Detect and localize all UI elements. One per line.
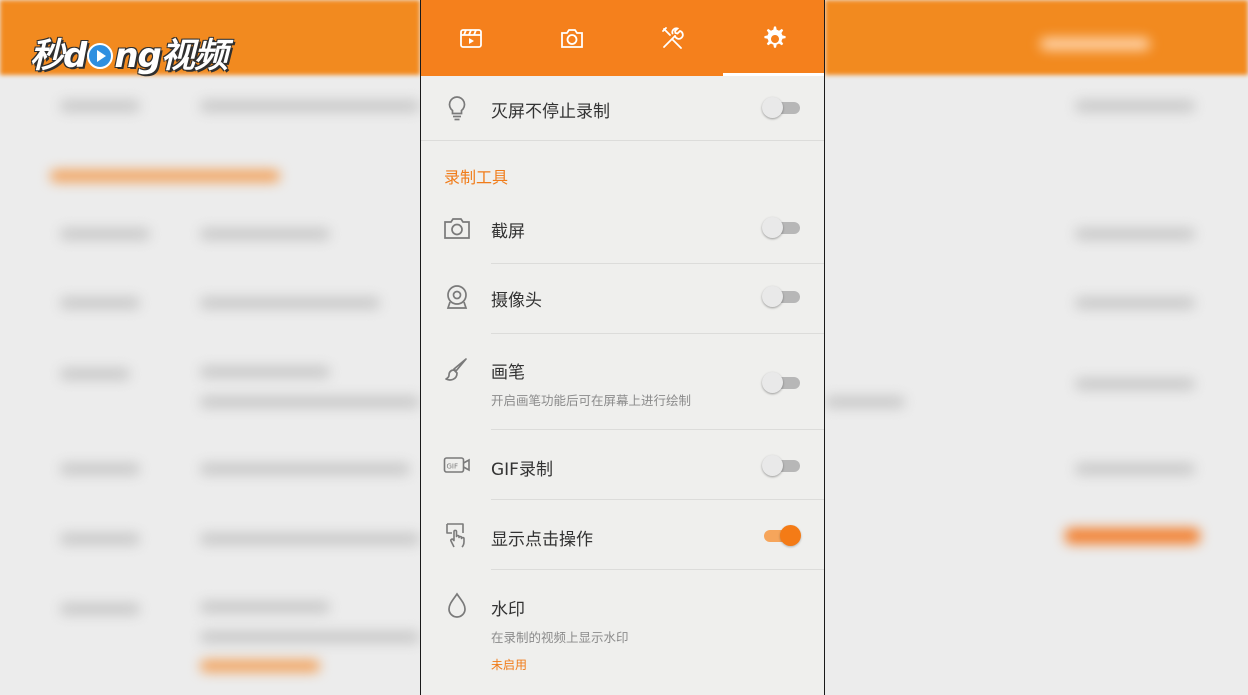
blur-line	[60, 603, 140, 615]
settings-list: 灭屏不停止录制 录制工具 截屏 摄像头 画笔 开启画笔功能后可在屏幕上进行绘制 …	[421, 76, 824, 695]
gif-toggle[interactable]	[762, 454, 802, 476]
camera-icon	[443, 214, 471, 242]
blur-line	[50, 170, 280, 182]
blur-line	[60, 463, 140, 475]
blur-line	[200, 396, 420, 408]
setting-gif[interactable]: GIF GIF录制	[421, 430, 824, 500]
setting-label: 摄像头	[491, 291, 542, 311]
setting-webcam[interactable]: 摄像头	[421, 264, 824, 334]
setting-brush[interactable]: 画笔 开启画笔功能后可在屏幕上进行绘制	[421, 334, 824, 430]
blur-line	[200, 228, 330, 240]
tab-camera[interactable]	[522, 0, 623, 76]
screen: 秒d ng视频 灭屏不停止录制 录制工具 截屏 摄像头 画笔 开启画笔功能后可在…	[0, 0, 1248, 695]
blur-line	[200, 366, 330, 378]
setting-description: 在录制的视频上显示水印	[491, 630, 629, 645]
watermark-status: 未启用	[491, 658, 528, 672]
blur-line	[200, 463, 410, 475]
screenshot-toggle[interactable]	[762, 216, 802, 238]
setting-label: GIF录制	[491, 460, 553, 480]
background-right-blurred	[825, 0, 1248, 695]
video-icon	[460, 29, 483, 48]
setting-screenshot[interactable]: 截屏	[421, 196, 824, 264]
touch-icon	[443, 521, 471, 549]
toggle-knob	[762, 286, 783, 307]
blur-line	[200, 533, 420, 545]
bulb-icon	[443, 94, 471, 122]
blur-line	[1075, 228, 1195, 240]
setting-label: 截屏	[491, 222, 525, 242]
blur-line	[60, 297, 140, 309]
blur-line	[200, 660, 320, 672]
tab-settings[interactable]	[723, 0, 824, 76]
toggle-knob	[762, 217, 783, 238]
svg-text:GIF: GIF	[447, 463, 459, 471]
tab-bar	[421, 0, 824, 76]
setting-screen-off[interactable]: 灭屏不停止录制	[421, 76, 824, 141]
tab-tools[interactable]	[623, 0, 724, 76]
tab-video[interactable]	[421, 0, 522, 76]
blur-line	[1075, 463, 1195, 475]
setting-show-touches[interactable]: 显示点击操作	[421, 500, 824, 570]
webcam-toggle[interactable]	[762, 285, 802, 307]
section-recording-tools: 录制工具	[421, 141, 824, 196]
blur-line	[200, 631, 420, 643]
setting-label: 水印	[491, 600, 525, 620]
setting-description: 开启画笔功能后可在屏幕上进行绘制	[491, 393, 692, 408]
setting-label: 灭屏不停止录制	[491, 102, 610, 122]
brush-toggle[interactable]	[762, 371, 802, 393]
blur-line	[60, 228, 150, 240]
setting-label: 显示点击操作	[491, 530, 593, 550]
blur-line	[200, 100, 420, 112]
blur-line	[60, 368, 130, 380]
blur-line	[825, 396, 905, 408]
section-header: 录制工具	[444, 168, 509, 187]
show-touches-toggle[interactable]	[762, 524, 802, 546]
brush-icon	[443, 356, 471, 384]
blur-line	[60, 100, 140, 112]
settings-panel: 灭屏不停止录制 录制工具 截屏 摄像头 画笔 开启画笔功能后可在屏幕上进行绘制 …	[420, 0, 825, 695]
blur-line	[200, 601, 330, 613]
webcam-icon	[443, 283, 471, 311]
blur-line	[1040, 38, 1150, 50]
blur-line	[200, 297, 380, 309]
setting-watermark[interactable]: 水印 在录制的视频上显示水印 未启用	[421, 570, 824, 695]
camera-icon	[561, 29, 584, 48]
blur-line	[1075, 100, 1195, 112]
toggle-knob	[762, 455, 783, 476]
background-app-bar	[825, 0, 1248, 75]
blur-line	[60, 533, 140, 545]
blur-line	[1075, 378, 1195, 390]
brand-watermark-logo: 秒d ng视频	[30, 36, 228, 76]
toggle-knob	[762, 97, 783, 118]
blur-line	[1075, 297, 1195, 309]
gear-icon	[764, 26, 786, 48]
tools-icon	[661, 27, 684, 49]
gif-camera-icon: GIF	[443, 451, 471, 479]
setting-label: 画笔	[491, 363, 525, 383]
screen-off-toggle[interactable]	[762, 96, 802, 118]
play-icon	[87, 43, 114, 69]
toggle-knob	[762, 372, 783, 393]
droplet-icon	[443, 591, 471, 619]
toggle-knob	[780, 525, 801, 546]
blur-line	[1065, 528, 1200, 544]
background-left-blurred: 秒d ng视频	[0, 0, 420, 695]
